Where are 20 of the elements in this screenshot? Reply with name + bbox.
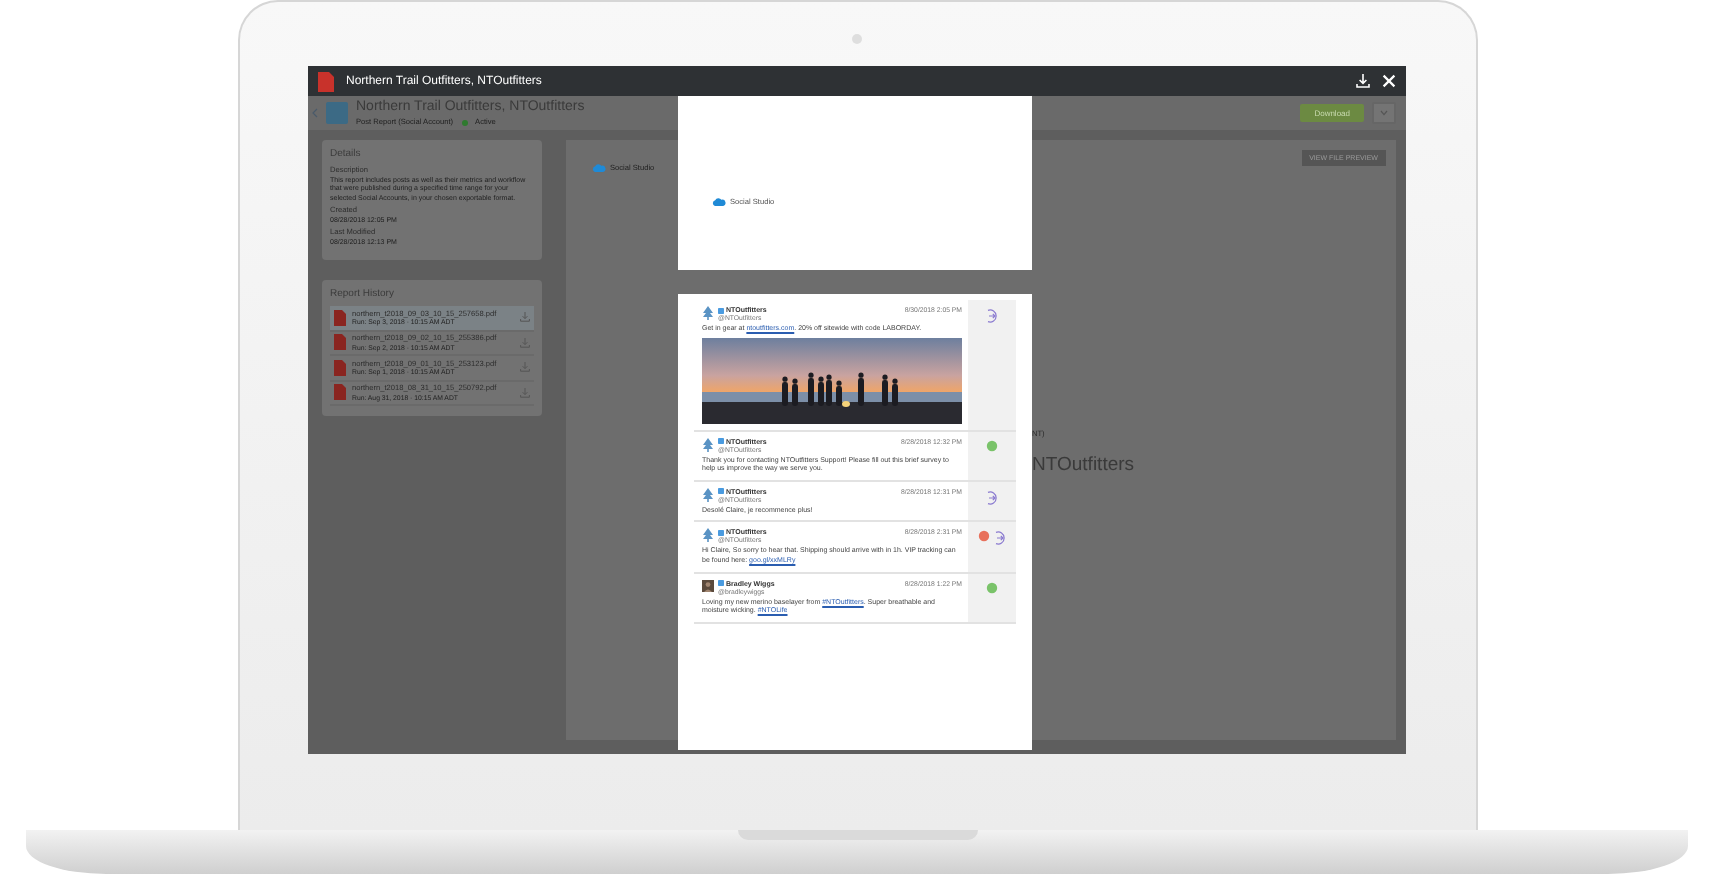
dropdown-button[interactable] <box>1372 102 1396 124</box>
cloud-logo-icon <box>592 164 606 172</box>
approved-status-icon <box>986 439 998 452</box>
close-icon[interactable] <box>1382 74 1396 88</box>
pdf-file-icon <box>318 71 334 91</box>
cloud-logo-icon <box>712 198 726 206</box>
approved-status-icon <box>986 581 998 594</box>
camera-dot <box>852 34 862 44</box>
reply-arrow-icon[interactable] <box>991 530 1007 547</box>
back-chevron-icon[interactable] <box>312 108 318 118</box>
brand-logo-icon <box>702 528 714 543</box>
brand-logo-icon <box>702 306 714 320</box>
rejected-status-icon <box>977 530 989 543</box>
avatar-icon <box>702 579 714 592</box>
reply-arrow-icon[interactable] <box>984 489 1000 506</box>
reply-arrow-icon[interactable] <box>984 308 1000 324</box>
status-dot <box>461 119 468 125</box>
report-icon <box>326 102 348 124</box>
brand-logo-icon <box>702 437 714 452</box>
brand-logo-icon <box>702 487 714 502</box>
